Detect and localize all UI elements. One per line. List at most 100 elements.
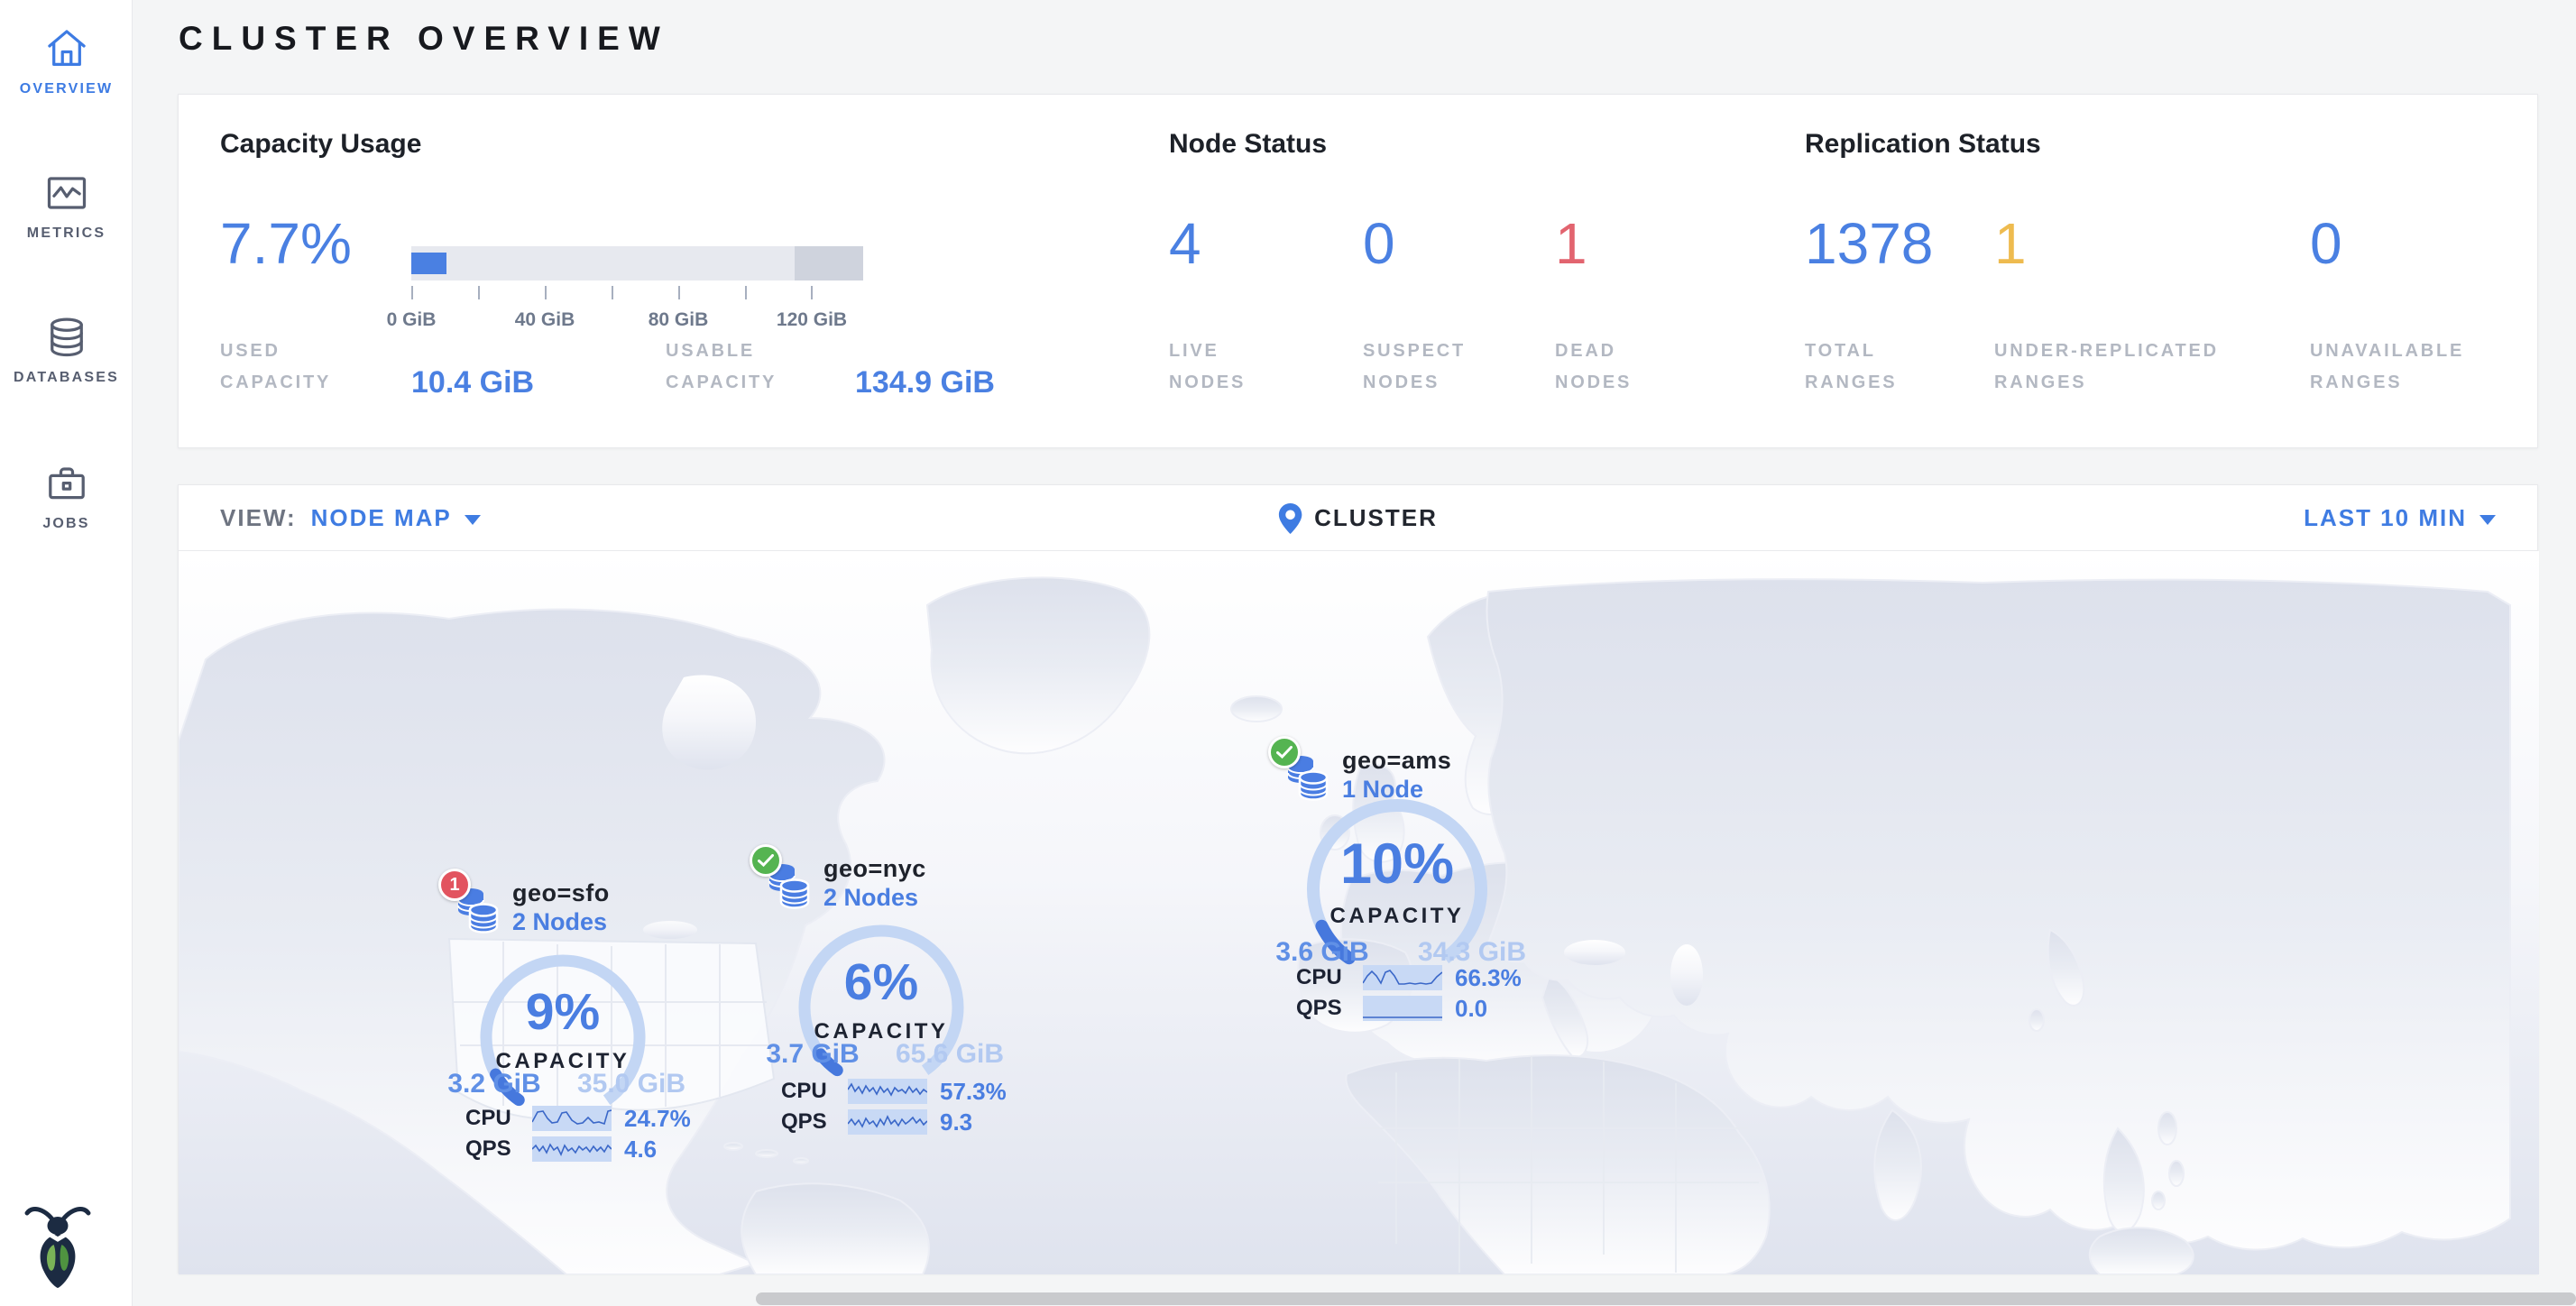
- horizontal-scrollbar[interactable]: [756, 1292, 2576, 1305]
- sidebar-item-overview[interactable]: OVERVIEW: [0, 25, 133, 97]
- briefcase-icon: [43, 460, 90, 507]
- cpu-sparkline: [532, 1106, 612, 1131]
- locality-marker-nyc[interactable]: geo=nyc 2 Nodes 6% CAPACITY 3.7 GiB 65.6…: [750, 844, 1029, 1155]
- cpu-sparkline: [1363, 965, 1442, 990]
- qps-sparkline: [848, 1109, 927, 1135]
- replication-status-title: Replication Status: [1805, 129, 2041, 160]
- time-range-dropdown[interactable]: LAST 10 MIN: [2304, 485, 2496, 551]
- sidebar-item-label: OVERVIEW: [0, 81, 133, 97]
- unavailable-ranges-count: 0: [2310, 215, 2342, 272]
- cpu-row: CPU 66.3%: [1296, 964, 1522, 991]
- used-capacity-value: 10.4 GiB: [411, 365, 534, 400]
- view-label: VIEW:: [220, 504, 297, 532]
- sidebar-item-jobs[interactable]: JOBS: [0, 460, 133, 532]
- locality-name: geo=sfo: [512, 879, 610, 907]
- total-capacity: 65.6 GiB: [896, 1039, 1004, 1070]
- sidebar-item-databases[interactable]: DATABASES: [0, 314, 133, 386]
- gauge-percent: 6%: [844, 957, 918, 1008]
- capacity-usage-title: Capacity Usage: [220, 129, 421, 160]
- live-nodes-count: 4: [1169, 215, 1201, 272]
- map-toolbar: VIEW: NODE MAP CLUSTER LAST 10 MIN: [179, 485, 2537, 551]
- axis-tick-label: 80 GiB: [649, 309, 709, 331]
- qps-sparkline: [1363, 996, 1442, 1021]
- under-replicated-ranges-label: UNDER-REPLICATEDRANGES: [1994, 336, 2219, 399]
- healthy-check-badge: [1268, 736, 1301, 768]
- qps-row: QPS 4.6: [465, 1136, 657, 1163]
- used-capacity: 3.7 GiB: [766, 1039, 859, 1070]
- database-icon: [43, 314, 90, 361]
- node-status-title: Node Status: [1169, 129, 1327, 160]
- qps-row: QPS 9.3: [781, 1108, 972, 1136]
- axis-tick-label: 40 GiB: [515, 309, 575, 331]
- used-capacity-label: USEDCAPACITY: [220, 336, 331, 399]
- sidebar-item-label: DATABASES: [0, 370, 133, 386]
- used-capacity: 3.6 GiB: [1275, 937, 1368, 968]
- chevron-down-icon: [465, 515, 481, 525]
- cluster-summary-panel: Capacity Usage 7.7% 0 GiB 40 GiB 80 GiB …: [178, 94, 2538, 448]
- gauge-percent: 9%: [526, 987, 600, 1038]
- dead-node-badge: 1: [438, 869, 471, 901]
- world-map: 1 geo=sfo 2 Nodes: [179, 551, 2539, 1274]
- cpu-value: 57.3%: [940, 1078, 1007, 1106]
- dead-nodes-label: DEADNODES: [1555, 336, 1632, 399]
- node-map-panel: VIEW: NODE MAP CLUSTER LAST 10 MIN: [178, 484, 2538, 1274]
- cockroachdb-logo: [23, 1198, 92, 1290]
- qps-value: 9.3: [940, 1108, 972, 1136]
- unavailable-ranges-label: UNAVAILABLERANGES: [2310, 336, 2464, 399]
- suspect-nodes-label: SUSPECTNODES: [1363, 336, 1466, 399]
- qps-value: 4.6: [624, 1136, 657, 1163]
- axis-tick-label: 120 GiB: [777, 309, 847, 331]
- capacity-bar: [411, 246, 863, 281]
- capacity-bar-reserved: [795, 246, 863, 281]
- capacity-axis-ticks: [411, 286, 813, 300]
- check-icon: [1276, 746, 1293, 759]
- cluster-overview-page: OVERVIEW METRICS DATABASES JOBS: [0, 0, 2576, 1306]
- chevron-down-icon: [2479, 515, 2496, 525]
- locality-breadcrumb[interactable]: CLUSTER: [1278, 485, 1438, 551]
- total-ranges-label: TOTALRANGES: [1805, 336, 1897, 399]
- capacity-used-percent: 7.7%: [220, 215, 352, 272]
- gauge-capacity-label: CAPACITY: [1330, 904, 1465, 929]
- qps-row: QPS 0.0: [1296, 995, 1487, 1022]
- usable-capacity-value: 134.9 GiB: [855, 365, 995, 400]
- breadcrumb-cluster-label: CLUSTER: [1314, 504, 1438, 532]
- view-mode-value: NODE MAP: [311, 504, 452, 532]
- qps-sparkline: [532, 1136, 612, 1162]
- locality-name: geo=nyc: [823, 855, 926, 883]
- page-title: CLUSTER OVERVIEW: [179, 20, 669, 58]
- view-mode-dropdown[interactable]: NODE MAP: [311, 504, 481, 532]
- axis-tick-label: 0 GiB: [387, 309, 437, 331]
- usable-capacity-label: USABLECAPACITY: [666, 336, 777, 399]
- sidebar-item-label: METRICS: [0, 225, 133, 242]
- sidebar: OVERVIEW METRICS DATABASES JOBS: [0, 0, 133, 1306]
- locality-marker-ams[interactable]: geo=ams 1 Node 10% CAPACITY 3.6 GiB 34.3…: [1268, 736, 1548, 1047]
- cpu-sparkline: [848, 1079, 927, 1104]
- total-capacity: 35.0 GiB: [577, 1069, 685, 1099]
- locality-node-count[interactable]: 2 Nodes: [512, 908, 607, 936]
- capacity-gauge: 9% CAPACITY: [473, 947, 653, 1127]
- home-icon: [43, 25, 90, 72]
- capacity-gauge: 6% CAPACITY: [791, 917, 971, 1098]
- map-pin-icon: [1278, 503, 1302, 534]
- check-icon: [758, 854, 774, 867]
- gauge-percent: 10%: [1340, 836, 1454, 893]
- cpu-value: 24.7%: [624, 1105, 691, 1133]
- capacity-bar-used: [411, 253, 446, 274]
- cpu-row: CPU 24.7%: [465, 1105, 691, 1132]
- under-replicated-ranges-count: 1: [1994, 215, 2027, 272]
- locality-node-count[interactable]: 2 Nodes: [823, 884, 918, 912]
- locality-name: geo=ams: [1342, 747, 1451, 775]
- cpu-value: 66.3%: [1455, 964, 1522, 992]
- used-capacity: 3.2 GiB: [447, 1069, 540, 1099]
- cpu-row: CPU 57.3%: [781, 1078, 1007, 1105]
- time-range-value: LAST 10 MIN: [2304, 504, 2467, 532]
- healthy-check-badge: [750, 844, 782, 877]
- total-ranges-count: 1378: [1805, 215, 1933, 272]
- sidebar-item-metrics[interactable]: METRICS: [0, 170, 133, 242]
- locality-marker-sfo[interactable]: 1 geo=sfo 2 Nodes: [438, 869, 718, 1180]
- dead-nodes-count: 1: [1555, 215, 1587, 272]
- sidebar-item-label: JOBS: [0, 516, 133, 532]
- suspect-nodes-count: 0: [1363, 215, 1395, 272]
- metrics-chart-icon: [43, 170, 90, 216]
- qps-value: 0.0: [1455, 995, 1487, 1023]
